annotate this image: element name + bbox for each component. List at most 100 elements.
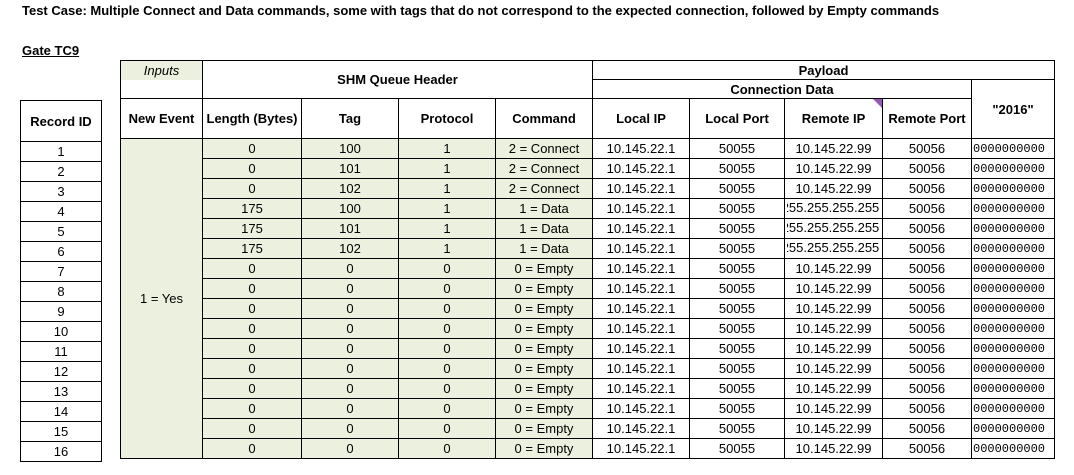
table-row: 0000 = Empty 10.145.22.1 50055 10.145.22.99… [121,398,1055,419]
extra-cell: 0000000000 [971,358,1055,379]
record-row: 4 [20,201,102,222]
local-port-cell: 50055 [689,298,785,319]
length-cell: 175 [202,238,302,259]
record-id-cell: 2 [20,161,102,182]
record-id-cell: 13 [20,381,102,402]
extra-cell: 0000000000 [971,298,1055,319]
protocol-cell: 1 [398,198,496,219]
remote-port-cell: 50056 [882,298,972,319]
header-local-port: Local Port [689,98,785,139]
header-connection-data: Connection Data [592,79,972,99]
extra-cell: 0000000000 [971,218,1055,239]
protocol-cell: 0 [398,278,496,299]
record-id-cell: 7 [20,261,102,282]
local-port-cell: 50055 [689,438,785,459]
record-row: 2 [20,161,102,182]
length-cell: 0 [202,418,302,439]
tag-cell: 0 [301,258,399,279]
header-extra: "2016" [971,79,1055,139]
record-id-cell: 3 [20,181,102,202]
command-cell: 0 = Empty [495,278,593,299]
command-cell: 0 = Empty [495,378,593,399]
remote-port-cell: 50056 [882,158,972,179]
extra-cell: 0000000000 [971,278,1055,299]
local-ip-cell: 10.145.22.1 [592,218,690,239]
comment-marker-icon [873,99,882,108]
command-cell: 0 = Empty [495,338,593,359]
command-cell: 1 = Data [495,218,593,239]
protocol-cell: 0 [398,418,496,439]
length-cell: 0 [202,358,302,379]
table-row: 0000 = Empty 10.145.22.1 50055 10.145.22.99… [121,438,1055,459]
remote-ip-clip: 255.255.255.255 [787,200,881,215]
extra-cell: 0000000000 [971,178,1055,199]
length-cell: 0 [202,278,302,299]
local-port-cell: 50055 [689,138,785,159]
remote-ip-cell: 10.145.22.99 [784,318,883,339]
command-cell: 0 = Empty [495,398,593,419]
tag-cell: 101 [301,158,399,179]
extra-cell: 0000000000 [971,378,1055,399]
remote-ip-cell: 10.145.22.99 [784,398,883,419]
record-id-cell: 10 [20,321,102,342]
record-row: 12 [20,361,102,382]
local-port-cell: 50055 [689,258,785,279]
table-row: 175 101 1 1 = Data 10.145.22.1 50055 255.255.2… [121,218,1055,239]
remote-port-cell: 50056 [882,238,972,259]
remote-port-cell: 50056 [882,278,972,299]
record-id-cell: 5 [20,221,102,242]
local-port-cell: 50055 [689,178,785,199]
table-row: 0 101 1 2 = Connect 10.145.22.1 50055 10.145.2… [121,158,1055,179]
remote-ip-cell: 10.145.22.99 [784,278,883,299]
length-cell: 0 [202,258,302,279]
remote-port-cell: 50056 [882,258,972,279]
header-inputs-spacer [120,79,203,99]
extra-cell: 0000000000 [971,158,1055,179]
local-port-cell: 50055 [689,418,785,439]
tag-cell: 0 [301,398,399,419]
length-cell: 0 [202,318,302,339]
protocol-cell: 0 [398,378,496,399]
local-port-cell: 50055 [689,338,785,359]
tag-cell: 0 [301,418,399,439]
tag-cell: 102 [301,238,399,259]
protocol-cell: 1 [398,238,496,259]
protocol-cell: 0 [398,358,496,379]
record-row: 16 [20,441,102,462]
table-row: 175 100 1 1 = Data 10.145.22.1 50055 255.255.2… [121,198,1055,219]
local-ip-cell: 10.145.22.1 [592,238,690,259]
local-port-cell: 50055 [689,198,785,219]
protocol-cell: 0 [398,398,496,419]
record-row: 11 [20,341,102,362]
remote-port-cell: 50056 [882,198,972,219]
page-title: Test Case: Multiple Connect and Data com… [22,3,940,18]
remote-port-cell: 50056 [882,398,972,419]
local-ip-cell: 10.145.22.1 [592,418,690,439]
remote-ip-text: 255.255.255.255 [786,219,880,235]
header-remote-ip: Remote IP [784,98,883,139]
command-cell: 2 = Connect [495,158,593,179]
remote-port-cell: 50056 [882,318,972,339]
extra-cell: 0000000000 [971,258,1055,279]
protocol-cell: 1 [398,138,496,159]
remote-ip-cell: 255.255.255.255 [784,198,883,219]
record-row: 15 [20,421,102,442]
record-id-cell: 4 [20,201,102,222]
command-cell: 0 = Empty [495,298,593,319]
record-id-cell: 9 [20,301,102,322]
command-cell: 0 = Empty [495,418,593,439]
protocol-cell: 0 [398,438,496,459]
record-id-body: 1 2 3 4 5 6 7 8 9 10 11 12 13 14 15 16 [20,141,102,462]
tag-cell: 0 [301,338,399,359]
command-cell: 0 = Empty [495,318,593,339]
table-row: 0000 = Empty 10.145.22.1 50055 10.145.22.99… [121,278,1055,299]
record-row: 7 [20,261,102,282]
remote-port-cell: 50056 [882,218,972,239]
local-port-cell: 50055 [689,278,785,299]
remote-ip-cell: 10.145.22.99 [784,358,883,379]
header-command: Command [495,98,593,139]
local-ip-cell: 10.145.22.1 [592,398,690,419]
record-row: 5 [20,221,102,242]
remote-ip-cell: 10.145.22.99 [784,138,883,159]
length-cell: 175 [202,198,302,219]
